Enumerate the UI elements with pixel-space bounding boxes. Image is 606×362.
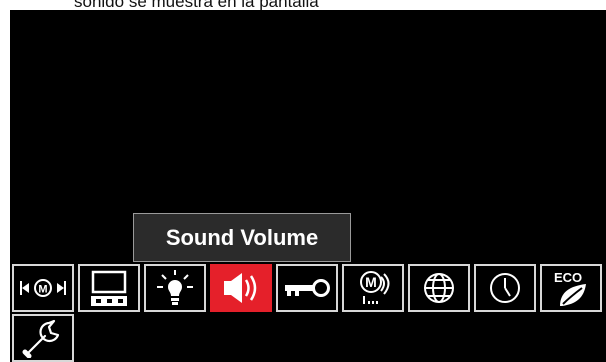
language-button[interactable] — [408, 264, 470, 312]
service-menu-button[interactable] — [12, 314, 74, 362]
memory-recall-button[interactable]: M — [12, 264, 74, 312]
clock-button[interactable] — [474, 264, 536, 312]
clock-icon — [490, 273, 520, 303]
display-config-icon — [91, 270, 127, 306]
brightness-button[interactable] — [144, 264, 206, 312]
lock-key-button[interactable] — [276, 264, 338, 312]
sound-volume-button[interactable] — [210, 264, 272, 312]
welder-display-screen: Sound Volume M M ECO — [10, 10, 606, 362]
svg-text:M: M — [365, 274, 377, 290]
svg-text:ECO: ECO — [554, 270, 582, 285]
selected-item-tooltip: Sound Volume — [133, 213, 351, 262]
memory-recall-icon: M — [20, 279, 66, 297]
memory-limits-icon: M — [360, 271, 390, 304]
memory-limits-button[interactable]: M — [342, 264, 404, 312]
display-config-button[interactable] — [78, 264, 140, 312]
service-wrench-icon — [22, 319, 60, 358]
lock-key-icon — [285, 279, 330, 297]
language-globe-icon — [424, 273, 454, 303]
svg-text:M: M — [38, 284, 47, 296]
eco-mode-icon: ECO — [554, 270, 586, 306]
sound-volume-icon — [224, 273, 257, 303]
eco-mode-button[interactable]: ECO — [540, 264, 602, 312]
brightness-icon — [157, 270, 193, 305]
